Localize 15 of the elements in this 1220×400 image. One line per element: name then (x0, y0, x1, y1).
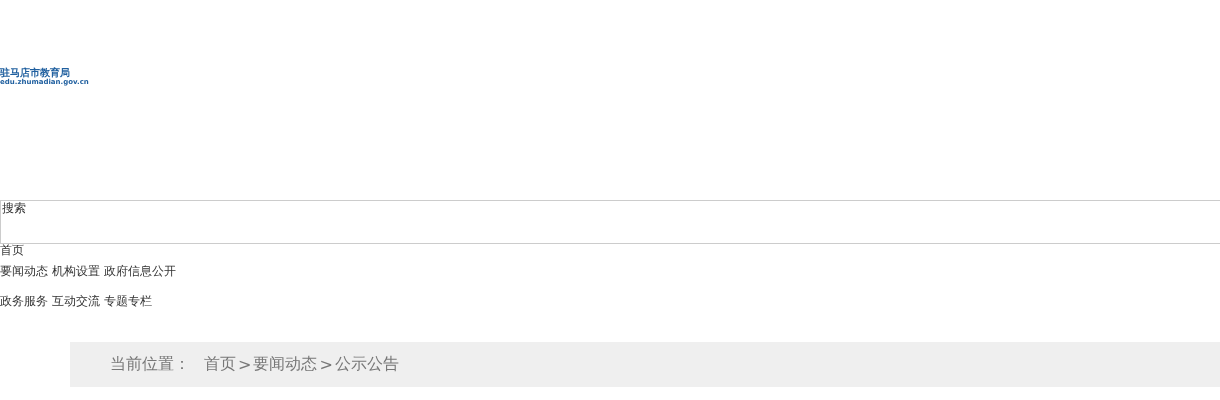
breadcrumb-separator: > (319, 355, 333, 374)
breadcrumb-separator: > (238, 355, 252, 374)
nav-link[interactable]: 互动交流 (52, 294, 100, 308)
nav-link[interactable]: 专题专栏 (104, 294, 152, 308)
nav-link[interactable]: 政府信息公开 (104, 264, 176, 278)
breadcrumb-link[interactable]: 要闻动态 (253, 354, 318, 375)
nav-link[interactable]: 首页 (0, 243, 24, 257)
breadcrumb-label: 当前位置： (110, 354, 190, 375)
logo-title: 驻马店市教育局 (0, 68, 70, 78)
nav-link[interactable]: 机构设置 (52, 264, 100, 278)
breadcrumb-link[interactable]: 公示公告 (334, 354, 399, 375)
nav-link[interactable]: 要闻动态 (0, 264, 48, 278)
search-field[interactable]: 搜索 (0, 200, 1220, 244)
nav-link[interactable]: 政务服务 (0, 294, 48, 308)
breadcrumb-link[interactable]: 首页 (204, 354, 236, 375)
